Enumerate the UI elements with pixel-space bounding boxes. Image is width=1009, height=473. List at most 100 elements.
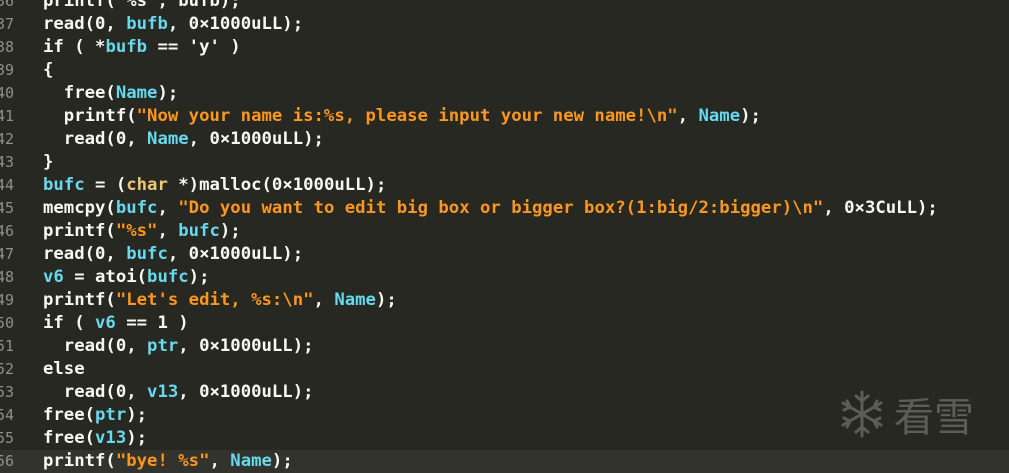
- code-line[interactable]: 43}: [0, 151, 1009, 174]
- code-token-str: "bye! %s": [115, 451, 210, 471]
- code-token-default: == 'y' ): [147, 37, 241, 57]
- code-token-var: bufb: [105, 37, 148, 57]
- code-token-default: );: [375, 290, 397, 310]
- line-number: 52: [0, 360, 14, 378]
- line-number: 37: [0, 15, 14, 33]
- code-token-default: = (: [84, 175, 127, 195]
- code-text: v6 = atoi(bufc);: [43, 266, 209, 289]
- code-line[interactable]: 47 read(0, bufc, 0×1000uLL);: [0, 243, 1009, 266]
- line-number: 54: [0, 406, 14, 424]
- line-number: 53: [0, 383, 14, 401]
- code-token-default: == 1 ): [115, 313, 189, 333]
- code-token-default: printf(: [43, 106, 137, 126]
- code-token-default: );: [271, 451, 293, 471]
- code-token-default: ,: [209, 451, 231, 471]
- code-token-default: ,: [157, 198, 179, 218]
- code-line[interactable]: 40 free(Name);: [0, 82, 1009, 105]
- code-line-current[interactable]: 56 printf("bye! %s", Name);: [0, 450, 1009, 473]
- code-token-default: = atoi(: [63, 267, 148, 287]
- code-line[interactable]: 50 if ( v6 == 1 ): [0, 312, 1009, 335]
- code-token-var: bufc: [43, 175, 85, 195]
- code-token-default: memcpy(: [43, 198, 116, 218]
- code-token-default: );: [157, 83, 179, 103]
- code-token-default: );: [126, 405, 148, 425]
- line-number: 36: [0, 0, 14, 10]
- watermark: 看雪: [836, 385, 974, 443]
- code-token-var: Name: [698, 106, 741, 126]
- code-token-var: v6: [95, 313, 116, 333]
- code-token-default: else: [43, 359, 85, 379]
- code-line[interactable]: 48 v6 = atoi(bufc);: [0, 266, 1009, 289]
- code-line[interactable]: 45 memcpy(bufc, "Do you want to edit big …: [0, 197, 1009, 220]
- code-line[interactable]: 39 {: [0, 59, 1009, 82]
- code-token-default: read(0,: [43, 382, 148, 402]
- code-line[interactable]: 42 read(0, Name, 0×1000uLL);: [0, 128, 1009, 151]
- code-text: read(0, v13, 0×1000uLL);: [43, 381, 314, 404]
- line-number: 40: [0, 84, 14, 102]
- code-token-str: "Now your name is:%s, please input your …: [136, 106, 678, 126]
- code-token-default: if (: [43, 313, 96, 333]
- code-line[interactable]: 44 bufc = (char *)malloc(0×1000uLL);: [0, 174, 1009, 197]
- code-token-default: {: [43, 60, 54, 80]
- line-number: 56: [0, 452, 14, 470]
- line-number: 48: [0, 268, 14, 286]
- line-number: 38: [0, 38, 14, 56]
- code-text: free(ptr);: [43, 404, 147, 427]
- code-text: free(Name);: [43, 82, 178, 105]
- line-number: 39: [0, 61, 14, 79]
- code-text: read(0, ptr, 0×1000uLL);: [43, 335, 314, 358]
- code-token-default: printf(: [43, 451, 116, 471]
- code-token-default: , 0×1000uLL);: [167, 14, 304, 34]
- code-text: memcpy(bufc, "Do you want to edit big bo…: [43, 197, 938, 220]
- code-token-default: free(: [43, 405, 96, 425]
- code-token-var: bufc: [178, 221, 220, 241]
- code-line[interactable]: 41 printf("Now your name is:%s, please i…: [0, 105, 1009, 128]
- code-token-default: );: [188, 267, 210, 287]
- code-token-default: ,: [677, 106, 699, 126]
- code-text: printf("bye! %s", Name);: [43, 450, 293, 473]
- code-text: {: [43, 59, 53, 82]
- line-number: 43: [0, 153, 14, 171]
- code-line[interactable]: 38 if ( *bufb == 'y' ): [0, 36, 1009, 59]
- code-line[interactable]: 37 read(0, bufb, 0×1000uLL);: [0, 13, 1009, 36]
- code-line[interactable]: 36 printf("%s", bufb);: [0, 0, 1009, 13]
- line-number: 44: [0, 176, 14, 194]
- code-text: printf("%s", bufc);: [43, 220, 241, 243]
- code-token-default: if ( *: [43, 37, 106, 57]
- code-token-default: }: [43, 152, 54, 172]
- line-number: 45: [0, 199, 14, 217]
- code-token-default: read(0,: [43, 244, 127, 264]
- code-text: printf("Now your name is:%s, please inpu…: [43, 105, 761, 128]
- code-token-default: );: [740, 106, 761, 126]
- line-number: 55: [0, 429, 14, 447]
- code-text: read(0, Name, 0×1000uLL);: [43, 128, 324, 151]
- line-number: 42: [0, 130, 14, 148]
- code-token-var: Name: [230, 451, 272, 471]
- code-token-default: ,: [157, 221, 179, 241]
- code-token-default: , 0×1000uLL);: [188, 129, 324, 149]
- code-text: printf("Let's edit, %s:\n", Name);: [43, 289, 397, 312]
- code-token-str: "Let's edit, %s:\n": [115, 290, 314, 310]
- code-token-var: bufb: [126, 14, 168, 34]
- code-line[interactable]: 52 else: [0, 358, 1009, 381]
- code-token-var: Name: [147, 129, 189, 149]
- code-line[interactable]: 49 printf("Let's edit, %s:\n", Name);: [0, 289, 1009, 312]
- code-token-var: v13: [95, 428, 127, 448]
- code-text: read(0, bufc, 0×1000uLL);: [43, 243, 303, 266]
- code-line[interactable]: 51 read(0, ptr, 0×1000uLL);: [0, 335, 1009, 358]
- line-number: 50: [0, 314, 14, 332]
- code-text: read(0, bufb, 0×1000uLL);: [43, 13, 303, 36]
- code-line[interactable]: 46 printf("%s", bufc);: [0, 220, 1009, 243]
- code-token-default: , 0×1000uLL);: [178, 336, 314, 356]
- line-number: 41: [0, 107, 14, 125]
- code-text: if ( *bufb == 'y' ): [43, 36, 241, 59]
- code-token-str: "%s": [115, 221, 158, 241]
- code-token-default: free(: [43, 83, 116, 103]
- code-token-var: Name: [115, 83, 158, 103]
- code-token-default: , 0×1000uLL);: [178, 382, 314, 402]
- code-token-default: ,: [313, 290, 335, 310]
- line-number: 49: [0, 291, 14, 309]
- code-token-var: ptr: [95, 405, 127, 425]
- code-text: free(v13);: [43, 427, 147, 450]
- code-token-str: "Do you want to edit big box or bigger b…: [178, 198, 824, 218]
